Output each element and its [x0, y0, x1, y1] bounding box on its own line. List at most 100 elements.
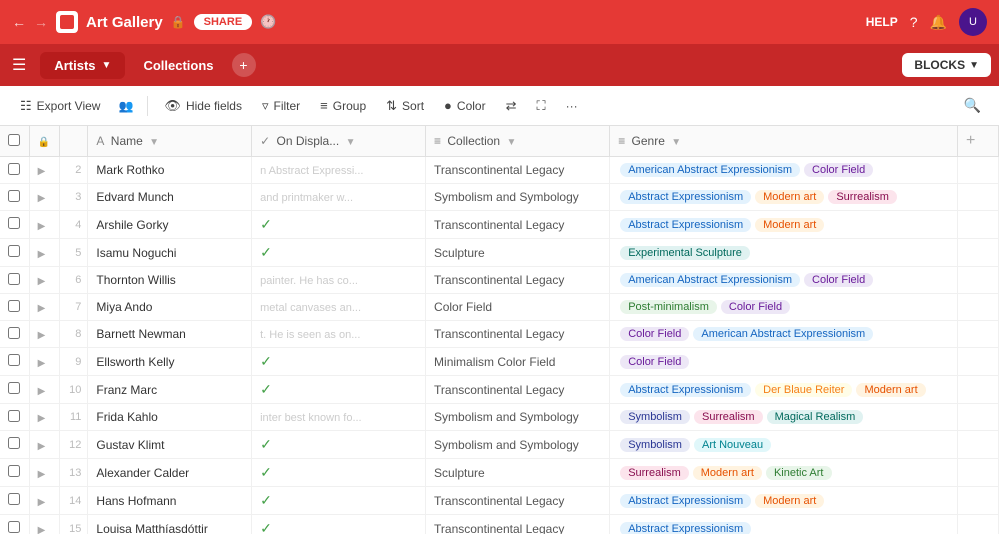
display-text: t. He is seen as on...	[260, 329, 360, 341]
lock-col-icon: 🔒	[38, 137, 50, 148]
row-name[interactable]: Arshile Gorky	[88, 211, 252, 239]
add-col-icon[interactable]: +	[966, 132, 975, 149]
row-checkbox[interactable]	[0, 211, 29, 239]
col-header-checkbox[interactable]	[0, 126, 29, 157]
row-name[interactable]: Ellsworth Kelly	[88, 348, 252, 376]
blocks-label: BLOCKS	[914, 58, 965, 72]
toolbar: ☷ Export View 👥 👁 Hide fields ▿ Filter ≡…	[0, 86, 999, 126]
col-header-name[interactable]: A Name ▼	[88, 126, 252, 157]
row-checkbox[interactable]	[0, 431, 29, 459]
row-expand[interactable]: ▶	[29, 487, 59, 515]
row-name[interactable]: Mark Rothko	[88, 157, 252, 184]
row-add-col	[958, 184, 999, 211]
row-collection: Symbolism and Symbology	[426, 404, 610, 431]
collection-col-sort: ▼	[506, 137, 516, 148]
lock-icon: 🔒	[171, 15, 186, 29]
hide-fields-button[interactable]: 👁 Hide fields	[156, 94, 250, 118]
row-add-col	[958, 376, 999, 404]
nav-back-icon[interactable]: ←	[12, 14, 26, 30]
more-button[interactable]: ···	[558, 95, 586, 117]
row-expand[interactable]: ▶	[29, 376, 59, 404]
row-name[interactable]: Barnett Newman	[88, 321, 252, 348]
row-checkbox[interactable]	[0, 294, 29, 321]
tab-artists[interactable]: Artists ▼	[40, 52, 125, 79]
row-display: inter best known fo...	[252, 404, 426, 431]
row-name[interactable]: Isamu Noguchi	[88, 239, 252, 267]
history-icon[interactable]: 🕐	[260, 14, 276, 30]
row-expand[interactable]: ▶	[29, 348, 59, 376]
genre-col-sort: ▼	[671, 137, 681, 148]
genre-tag: American Abstract Expressionism	[620, 273, 800, 287]
row-name[interactable]: Frida Kahlo	[88, 404, 252, 431]
color-label: Color	[457, 99, 486, 113]
row-name[interactable]: Miya Ando	[88, 294, 252, 321]
check-icon: ✓	[260, 436, 272, 452]
export-view-button[interactable]: ☷ Export View	[12, 94, 108, 118]
tab-collections[interactable]: Collections	[129, 52, 227, 79]
row-number: 6	[59, 267, 88, 294]
blocks-button[interactable]: BLOCKS ▼	[902, 53, 991, 77]
row-name[interactable]: Edvard Munch	[88, 184, 252, 211]
row-checkbox[interactable]	[0, 239, 29, 267]
row-name[interactable]: Franz Marc	[88, 376, 252, 404]
row-checkbox[interactable]	[0, 459, 29, 487]
row-checkbox[interactable]	[0, 376, 29, 404]
fullscreen-button[interactable]: ⛶	[529, 94, 554, 118]
user-avatar[interactable]: U	[959, 8, 987, 36]
row-checkbox[interactable]	[0, 404, 29, 431]
row-checkbox[interactable]	[0, 348, 29, 376]
row-height-button[interactable]: ⇄	[498, 94, 525, 118]
question-icon[interactable]: ?	[910, 14, 918, 30]
genre-tag: Modern art	[755, 494, 824, 508]
help-text[interactable]: HELP	[866, 15, 898, 29]
row-name[interactable]: Gustav Klimt	[88, 431, 252, 459]
search-icon[interactable]: 🔍	[958, 93, 987, 118]
row-checkbox[interactable]	[0, 487, 29, 515]
table-row: ▶8Barnett Newmant. He is seen as on...Tr…	[0, 321, 999, 348]
check-icon: ✓	[260, 353, 272, 369]
row-expand[interactable]: ▶	[29, 157, 59, 184]
col-header-display[interactable]: ✓ On Displa... ▼	[252, 126, 426, 157]
filter-button[interactable]: ▿ Filter	[254, 94, 308, 118]
row-expand[interactable]: ▶	[29, 267, 59, 294]
nav-forward-icon[interactable]: →	[34, 14, 48, 30]
row-name[interactable]: Thornton Willis	[88, 267, 252, 294]
row-name[interactable]: Alexander Calder	[88, 459, 252, 487]
row-expand[interactable]: ▶	[29, 239, 59, 267]
genre-tag: Abstract Expressionism	[620, 494, 751, 508]
row-genre: Abstract ExpressionismDer Blaue ReiterMo…	[610, 376, 958, 404]
genre-tag: Modern art	[755, 190, 824, 204]
row-genre: Color FieldAmerican Abstract Expressioni…	[610, 321, 958, 348]
color-button[interactable]: ● Color	[436, 94, 494, 117]
row-checkbox[interactable]	[0, 321, 29, 348]
app-icon	[56, 11, 78, 33]
add-tab-button[interactable]: +	[232, 53, 256, 77]
row-number: 11	[59, 404, 88, 431]
row-expand[interactable]: ▶	[29, 431, 59, 459]
row-checkbox[interactable]	[0, 267, 29, 294]
row-expand[interactable]: ▶	[29, 515, 59, 534]
hamburger-icon[interactable]: ☰	[8, 51, 30, 79]
share-button[interactable]: SHARE	[194, 14, 253, 30]
row-expand[interactable]: ▶	[29, 321, 59, 348]
row-name[interactable]: Louisa Matthíasdóttir	[88, 515, 252, 534]
display-text: and printmaker w...	[260, 192, 353, 204]
group-button[interactable]: ≡ Group	[312, 94, 374, 117]
col-header-genre[interactable]: ≡ Genre ▼	[610, 126, 958, 157]
row-name[interactable]: Hans Hofmann	[88, 487, 252, 515]
row-number: 13	[59, 459, 88, 487]
sort-button[interactable]: ⇅ Sort	[378, 94, 432, 118]
row-expand[interactable]: ▶	[29, 211, 59, 239]
row-checkbox[interactable]	[0, 157, 29, 184]
row-expand[interactable]: ▶	[29, 294, 59, 321]
app-title: Art Gallery	[86, 14, 163, 31]
row-genre: Abstract Expressionism	[610, 515, 958, 534]
row-checkbox[interactable]	[0, 184, 29, 211]
row-expand[interactable]: ▶	[29, 404, 59, 431]
col-header-add[interactable]: +	[958, 126, 999, 157]
row-expand[interactable]: ▶	[29, 459, 59, 487]
bell-icon[interactable]: 🔔	[930, 14, 947, 31]
row-checkbox[interactable]	[0, 515, 29, 534]
row-expand[interactable]: ▶	[29, 184, 59, 211]
col-header-collection[interactable]: ≡ Collection ▼	[426, 126, 610, 157]
